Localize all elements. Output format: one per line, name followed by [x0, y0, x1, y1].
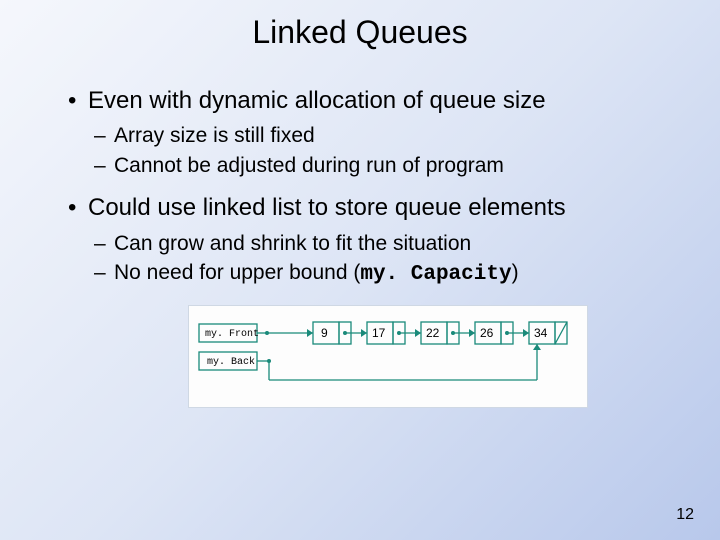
svg-text:34: 34 — [534, 326, 548, 340]
bullet-1: Even with dynamic allocation of queue si… — [68, 85, 662, 180]
slide-content: Even with dynamic allocation of queue si… — [0, 85, 720, 410]
svg-text:22: 22 — [426, 326, 440, 340]
diagram-node-1: 17 — [367, 322, 421, 344]
svg-text:26: 26 — [480, 326, 494, 340]
bullet-2-sub-2: No need for upper bound (my. Capacity) — [94, 258, 662, 289]
linked-queue-diagram: my. Front my. Back — [186, 303, 662, 410]
page-number: 12 — [676, 506, 694, 524]
diagram-node-4: 34 — [529, 322, 567, 344]
diagram-node-3: 26 — [475, 322, 529, 344]
diagram-node-0: 9 — [313, 322, 367, 344]
diagram-back-label: my. Back — [207, 356, 255, 368]
bullet-2-sub-1: Can grow and shrink to fit the situation — [94, 229, 662, 258]
slide-title: Linked Queues — [0, 14, 720, 51]
bullet-2-text: Could use linked list to store queue ele… — [88, 194, 566, 221]
bullet-2: Could use linked list to store queue ele… — [68, 192, 662, 289]
bullet-1-text: Even with dynamic allocation of queue si… — [88, 87, 546, 114]
diagram-front-label: my. Front — [205, 329, 259, 340]
bullet-1-sub-2: Cannot be adjusted during run of program — [94, 151, 662, 180]
svg-text:17: 17 — [372, 326, 386, 340]
svg-text:9: 9 — [321, 326, 328, 340]
code-capacity: my. Capacity — [360, 263, 511, 286]
diagram-node-2: 22 — [421, 322, 475, 344]
bullet-1-sub-1: Array size is still fixed — [94, 121, 662, 150]
